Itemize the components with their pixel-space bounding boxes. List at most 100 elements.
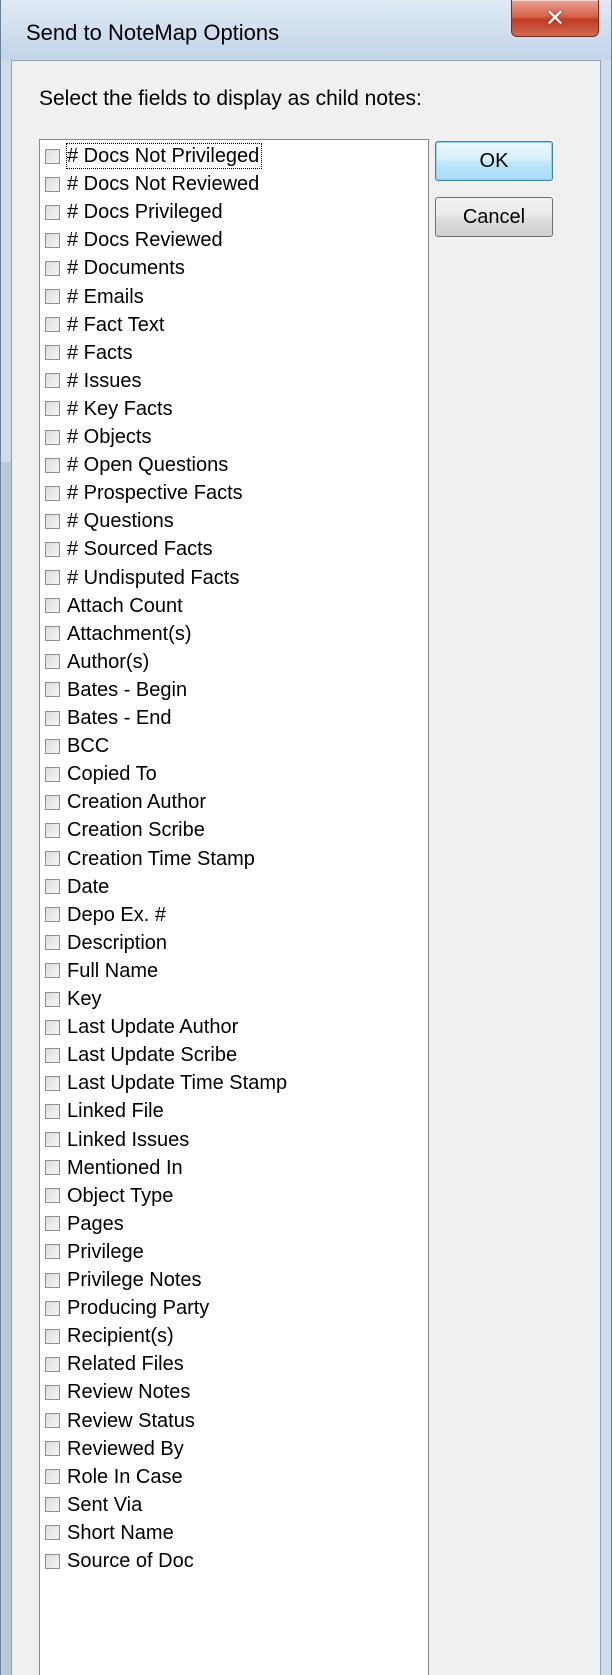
field-list-item[interactable]: # Documents <box>45 254 187 282</box>
field-list-item[interactable]: # Key Facts <box>45 395 175 423</box>
field-checkbox[interactable] <box>45 317 60 333</box>
field-list-item[interactable]: Author(s) <box>45 648 151 676</box>
field-checkbox[interactable] <box>45 1497 60 1513</box>
field-list-item[interactable]: Producing Party <box>45 1294 211 1322</box>
field-checkbox[interactable] <box>45 654 60 670</box>
field-checkbox[interactable] <box>45 485 60 501</box>
field-list-item[interactable]: Source of Doc <box>45 1547 196 1575</box>
field-checkbox[interactable] <box>45 570 60 585</box>
field-checkbox[interactable] <box>45 822 60 838</box>
field-list-item[interactable]: Attach Count <box>45 592 185 620</box>
field-list-item[interactable]: Mentioned In <box>45 1154 185 1182</box>
field-list-item[interactable]: Creation Scribe <box>45 816 207 844</box>
field-checkbox[interactable] <box>45 513 60 529</box>
field-checkbox[interactable] <box>45 541 60 557</box>
field-checkbox[interactable] <box>45 457 60 473</box>
field-checklist[interactable]: # Docs Not Privileged # Docs Not Reviewed… <box>39 139 429 1675</box>
field-list-item[interactable]: # Fact Text <box>45 311 166 339</box>
field-checkbox[interactable] <box>45 991 60 1007</box>
field-list-item[interactable]: Key <box>45 985 103 1013</box>
field-checkbox[interactable] <box>45 289 60 304</box>
field-list-item[interactable]: # Facts <box>45 339 135 367</box>
field-checkbox[interactable] <box>45 1356 60 1372</box>
field-checkbox[interactable] <box>45 879 60 895</box>
field-list-item[interactable]: Privilege Notes <box>45 1266 204 1294</box>
field-list-item[interactable]: Bates - Begin <box>45 676 189 704</box>
field-checkbox[interactable] <box>45 738 60 754</box>
field-checkbox[interactable] <box>45 1075 60 1091</box>
field-list-item[interactable]: Linked File <box>45 1097 166 1125</box>
field-list-item[interactable]: Date <box>45 873 111 901</box>
field-list-item[interactable]: Description <box>45 929 169 957</box>
field-list-item[interactable]: # Sourced Facts <box>45 535 215 563</box>
field-list-item[interactable]: Depo Ex. # <box>45 901 168 929</box>
field-checkbox[interactable] <box>45 176 60 192</box>
field-checkbox[interactable] <box>45 1047 60 1063</box>
field-list-item[interactable]: Related Files <box>45 1350 186 1378</box>
field-list-item[interactable]: Creation Time Stamp <box>45 845 257 873</box>
field-list-item[interactable]: # Emails <box>45 283 146 311</box>
close-button[interactable]: ✕ <box>511 0 599 37</box>
field-list-item[interactable]: Sent Via <box>45 1491 144 1519</box>
field-checkbox[interactable] <box>45 1272 60 1288</box>
field-checkbox[interactable] <box>45 794 60 810</box>
field-checkbox[interactable] <box>45 1103 60 1119</box>
field-list-item[interactable]: # Docs Reviewed <box>45 226 225 254</box>
field-checkbox[interactable] <box>45 429 60 445</box>
field-checkbox[interactable] <box>45 1019 60 1035</box>
field-checkbox[interactable] <box>45 373 60 389</box>
field-list-item[interactable]: Creation Author <box>45 788 208 816</box>
field-list-item[interactable]: Last Update Scribe <box>45 1041 239 1069</box>
title-bar[interactable]: Send to NoteMap Options ✕ <box>1 0 611 60</box>
ok-button[interactable]: OK <box>435 141 553 181</box>
field-list-item[interactable]: # Docs Privileged <box>45 198 225 226</box>
field-checkbox[interactable] <box>45 1384 60 1400</box>
field-checkbox[interactable] <box>45 1216 60 1232</box>
field-list-item[interactable]: # Questions <box>45 507 176 535</box>
field-list-item[interactable]: Bates - End <box>45 704 174 732</box>
field-list-item[interactable]: # Docs Not Privileged <box>45 142 263 170</box>
field-list-item[interactable]: Copied To <box>45 760 159 788</box>
field-checkbox[interactable] <box>45 682 60 698</box>
field-list-item[interactable]: Recipient(s) <box>45 1322 176 1350</box>
field-checkbox[interactable] <box>45 1328 60 1344</box>
field-list-item[interactable]: Attachment(s) <box>45 620 193 648</box>
field-checkbox[interactable] <box>45 935 60 951</box>
field-list-item[interactable]: Linked Issues <box>45 1126 191 1154</box>
field-checkbox[interactable] <box>45 598 60 614</box>
field-list-item[interactable]: Reviewed By <box>45 1435 186 1463</box>
field-checkbox[interactable] <box>45 851 60 866</box>
field-list-item[interactable]: Review Status <box>45 1407 197 1435</box>
field-checkbox[interactable] <box>45 1525 60 1541</box>
field-checkbox[interactable] <box>45 710 60 726</box>
field-checkbox[interactable] <box>45 260 60 276</box>
field-checkbox[interactable] <box>45 1160 60 1176</box>
field-checkbox[interactable] <box>45 1553 60 1569</box>
field-list-item[interactable]: # Open Questions <box>45 451 230 479</box>
field-list-item[interactable]: Review Notes <box>45 1378 192 1406</box>
field-list-item[interactable]: Pages <box>45 1210 126 1238</box>
cancel-button[interactable]: Cancel <box>435 197 553 237</box>
field-list-item[interactable]: # Issues <box>45 367 143 395</box>
field-checkbox[interactable] <box>45 1188 60 1204</box>
field-checkbox[interactable] <box>45 626 60 642</box>
field-list-item[interactable]: Last Update Author <box>45 1013 240 1041</box>
field-checkbox[interactable] <box>45 1132 60 1147</box>
field-list-item[interactable]: Last Update Time Stamp <box>45 1069 289 1097</box>
field-list-item[interactable]: Short Name <box>45 1519 176 1547</box>
field-list-item[interactable]: # Docs Not Reviewed <box>45 170 261 198</box>
field-checkbox[interactable] <box>45 148 60 164</box>
field-checkbox[interactable] <box>45 345 60 361</box>
field-checkbox[interactable] <box>45 766 60 782</box>
field-list-item[interactable]: Role In Case <box>45 1463 185 1491</box>
field-list-item[interactable]: # Undisputed Facts <box>45 564 241 592</box>
field-checkbox[interactable] <box>45 1441 60 1457</box>
field-list-item[interactable]: Full Name <box>45 957 160 985</box>
field-list-item[interactable]: Object Type <box>45 1182 175 1210</box>
field-checkbox[interactable] <box>45 204 60 220</box>
field-list-item[interactable]: # Prospective Facts <box>45 479 245 507</box>
field-checkbox[interactable] <box>45 1300 60 1316</box>
field-list-item[interactable]: Privilege <box>45 1238 146 1266</box>
field-list-item[interactable]: # Objects <box>45 423 153 451</box>
field-checkbox[interactable] <box>45 907 60 923</box>
